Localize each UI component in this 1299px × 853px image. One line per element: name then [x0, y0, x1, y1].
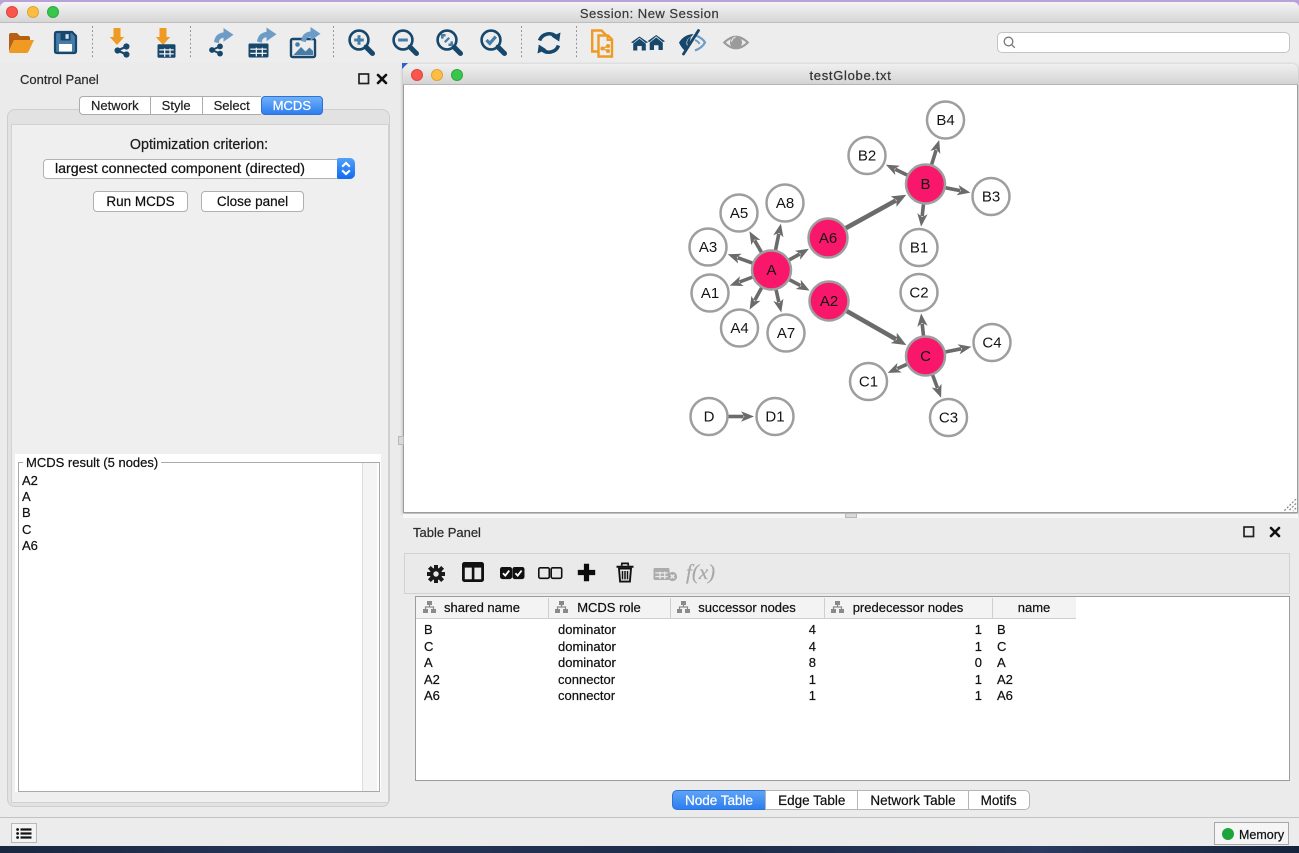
svg-text:C4: C4 [982, 335, 1001, 352]
svg-text:B1: B1 [910, 240, 928, 257]
svg-text:D: D [704, 409, 715, 426]
svg-text:D1: D1 [765, 409, 784, 426]
svg-text:C3: C3 [939, 410, 958, 427]
svg-text:A7: A7 [777, 325, 795, 342]
svg-text:C: C [920, 348, 931, 365]
svg-text:A6: A6 [819, 230, 837, 247]
svg-text:C1: C1 [859, 374, 878, 391]
svg-text:A2: A2 [820, 293, 838, 310]
svg-text:C2: C2 [909, 285, 928, 302]
svg-text:A4: A4 [730, 320, 748, 337]
svg-text:A5: A5 [730, 205, 748, 222]
svg-text:A: A [766, 262, 776, 279]
svg-text:B: B [920, 176, 930, 193]
svg-text:A3: A3 [699, 239, 717, 256]
svg-text:A1: A1 [701, 285, 719, 302]
svg-text:B2: B2 [858, 148, 876, 165]
svg-text:B3: B3 [982, 189, 1000, 206]
svg-text:A8: A8 [776, 195, 794, 212]
svg-text:B4: B4 [936, 112, 954, 129]
